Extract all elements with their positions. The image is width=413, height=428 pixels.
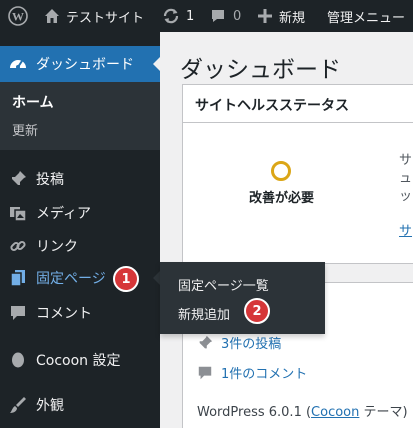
updates-count: 1 [186,8,195,24]
updates-link[interactable]: 1 [162,0,194,32]
site-name-link[interactable]: テストサイト [44,0,144,32]
glance-posts-row: 3件の投稿 [197,333,281,352]
site-name: テストサイト [66,10,145,26]
posts-count-link[interactable]: 3件の投稿 [221,333,281,352]
admin-menu-link[interactable]: 管理メニュー [327,0,405,32]
sidebar-item-appearance[interactable]: 外観 [0,388,160,422]
step-badge-1: 1 [113,266,139,292]
pages-flyout-menu: 固定ページ一覧 新規追加 [160,262,325,334]
svg-text:W: W [12,10,24,24]
sidebar-item-label: 固定ページ [36,271,106,287]
health-description-line: ッ [399,189,413,204]
glance-comments-row: 1件のコメント [197,363,307,382]
sidebar-item-dashboard[interactable]: ダッシュボード [0,46,161,82]
wordpress-version-text: WordPress 6.0.1 (Cocoon テーマ) [197,401,408,420]
sidebar-item-label: 投稿 [36,172,64,188]
updates-icon [162,7,180,25]
sidebar-item-label: メディア [36,206,92,222]
wordpress-logo-icon[interactable]: W [8,0,28,32]
site-health-panel: サイトヘルスステータス 改善が必要 サ ュ ッ サ [182,84,413,264]
step-badge-2: 2 [244,298,270,324]
sidebar-item-label: コメント [36,306,92,322]
pin-icon [8,169,28,189]
comment-bubble-icon [210,8,226,24]
sidebar-item-label: 外観 [36,398,64,414]
sidebar-item-label: Cocoon 設定 [36,353,121,369]
submenu-item-home[interactable]: ホーム [12,92,54,112]
media-icon [8,203,28,223]
health-description-line: サ [399,153,413,168]
sidebar-item-comments[interactable]: コメント [0,296,160,330]
sidebar-item-label: ダッシュボード [36,57,134,73]
theme-link[interactable]: Cocoon [311,405,359,420]
sidebar-item-label: リンク [36,239,78,255]
page-title: ダッシュボード [180,57,341,83]
comments-link[interactable]: 0 [210,0,241,32]
new-label: 新規 [279,10,306,26]
sidebar-item-media[interactable]: メディア [0,196,160,230]
pin-icon [197,335,215,351]
brush-icon [8,395,28,415]
current-menu-arrow [153,56,161,72]
version-prefix: WordPress 6.0.1 ( [197,405,312,420]
admin-sidebar: ダッシュボード ホーム 更新 投稿 メディア リンク 固定ページ コメント Co… [0,32,161,428]
health-description-line: ュ [399,171,413,186]
comment-icon [197,365,215,381]
home-icon [44,8,60,24]
health-details-link[interactable]: サ [399,220,412,239]
flyout-item-add-new[interactable]: 新規追加 [178,304,230,323]
panel-header: サイトヘルスステータス [183,85,413,123]
comments-count: 0 [233,8,242,24]
admin-bar: W テストサイト 1 0 新規 管理メニュー [0,0,413,32]
page-icon [8,268,28,288]
dashboard-gauge-icon [8,54,28,74]
comment-icon [8,303,28,323]
new-content-link[interactable]: 新規 [258,0,305,32]
health-status-label: 改善が必要 [249,191,315,206]
sidebar-item-cocoon-settings[interactable]: Cocoon 設定 [0,343,160,377]
health-status-indicator [271,161,291,181]
version-suffix: テーマ) [359,405,408,420]
link-icon [8,236,28,256]
submenu-item-update[interactable]: 更新 [12,120,38,139]
sidebar-item-posts[interactable]: 投稿 [0,162,160,196]
flyout-item-all-pages[interactable]: 固定ページ一覧 [178,275,269,294]
comments-count-link[interactable]: 1件のコメント [221,363,307,382]
sidebar-item-links[interactable]: リンク [0,229,160,263]
plus-icon [258,9,272,23]
panel-title: サイトヘルスステータス [195,98,349,114]
cocoon-icon [8,350,28,370]
